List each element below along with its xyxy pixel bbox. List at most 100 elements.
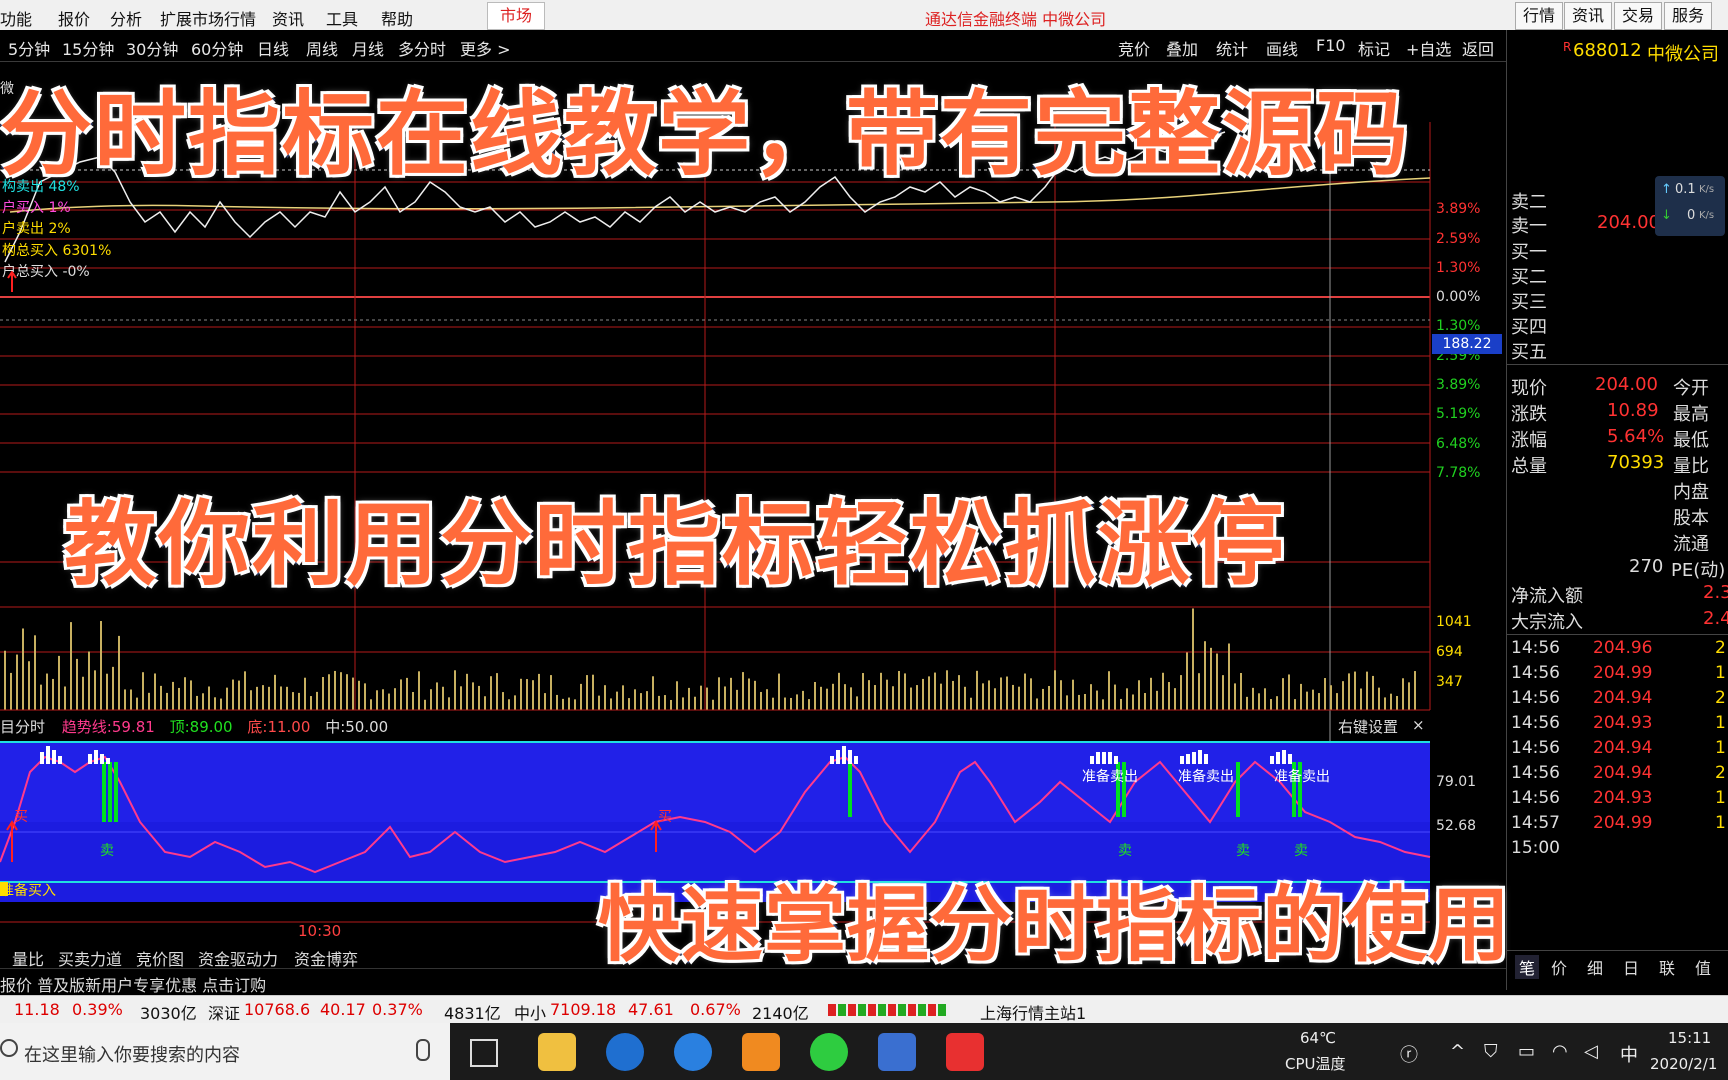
volume-bar <box>646 691 648 710</box>
period-30min[interactable]: 30分钟 <box>126 36 178 60</box>
volume-bar <box>64 686 66 710</box>
browser-icon[interactable] <box>606 1033 644 1071</box>
wechat-icon[interactable] <box>810 1033 848 1071</box>
period-more[interactable]: 更多 > <box>460 36 511 60</box>
menu-extended-market[interactable]: 扩展市场行情 <box>160 6 256 30</box>
tab-price[interactable]: 价 <box>1551 955 1567 979</box>
tab-tick-by-tick[interactable]: 笔 <box>1515 955 1540 979</box>
volume-bar <box>316 691 318 710</box>
menu-analysis[interactable]: 分析 <box>110 6 142 30</box>
buy4-label: 买四 <box>1511 317 1547 338</box>
volume-bar <box>868 680 870 710</box>
tick-price: 204.99 <box>1593 663 1653 683</box>
cpu-temp: 64℃ <box>1300 1029 1336 1047</box>
tool-draw[interactable]: 画线 <box>1266 36 1298 60</box>
promo-bar[interactable]: 报价 普及版新用户专享优惠 点击订购 <box>0 972 266 996</box>
period-monthly[interactable]: 月线 <box>352 36 384 60</box>
menu-tools[interactable]: 工具 <box>326 6 358 30</box>
file-explorer-icon[interactable] <box>538 1033 576 1071</box>
volume-bar <box>1240 672 1242 710</box>
tab-capital-game[interactable]: 资金博弈 <box>294 946 358 970</box>
tick-row: 14:56 204.94 1 <box>1507 738 1728 763</box>
period-toolbar: 5分钟 15分钟 30分钟 60分钟 日线 周线 月线 多分时 更多 > 竞价 … <box>0 30 1506 62</box>
indicator-close-icon[interactable]: × <box>1412 716 1425 734</box>
tab-linked[interactable]: 联 <box>1659 955 1675 979</box>
bottom-value: 11.00 <box>267 718 311 736</box>
tab-capital-drive[interactable]: 资金驱动力 <box>198 946 278 970</box>
volume-bar <box>958 675 960 710</box>
period-daily[interactable]: 日线 <box>257 36 289 60</box>
tab-buy-sell-force[interactable]: 买卖力道 <box>58 946 122 970</box>
mid-label: 中: <box>325 718 346 736</box>
top-news-button[interactable]: 资讯 <box>1564 2 1612 30</box>
volume-bar <box>856 696 858 710</box>
mid-value: 50.00 <box>345 718 389 736</box>
tool-stats[interactable]: 统计 <box>1216 36 1248 60</box>
volume-bar <box>226 687 228 710</box>
tool-auction[interactable]: 竞价 <box>1118 36 1150 60</box>
shield-icon[interactable]: ⛉ <box>1484 1041 1498 1062</box>
speed-2: 0 <box>1687 208 1696 223</box>
app-icon[interactable] <box>742 1033 780 1071</box>
up-arrow-icon: ↑ <box>1661 182 1672 197</box>
menu-news[interactable]: 资讯 <box>272 6 304 30</box>
pct-tick: 5.19% <box>1436 406 1481 422</box>
flag-badge: R <box>1563 40 1572 54</box>
clock-date[interactable]: 2020/2/1 <box>1650 1055 1717 1073</box>
volume-bar <box>1354 671 1356 710</box>
top-trade-button[interactable]: 交易 <box>1614 2 1662 30</box>
volume-bar <box>634 689 636 710</box>
battery-icon[interactable]: ▭ <box>1518 1041 1535 1062</box>
volume-bar <box>1222 675 1224 710</box>
volume-bar <box>454 670 456 710</box>
menu-quote[interactable]: 报价 <box>58 6 90 30</box>
microphone-icon[interactable] <box>416 1039 430 1061</box>
tool-add-watchlist[interactable]: +自选 <box>1406 36 1451 60</box>
clock-time[interactable]: 15:11 <box>1668 1029 1711 1047</box>
tab-detail[interactable]: 细 <box>1587 955 1603 979</box>
market-tab[interactable]: 市场 <box>487 2 545 30</box>
menu-help[interactable]: 帮助 <box>381 6 413 30</box>
taskbar-search[interactable]: 在这里输入你要搜索的内容 <box>0 1023 450 1080</box>
tab-volume-ratio[interactable]: 量比 <box>12 946 44 970</box>
top-service-button[interactable]: 服务 <box>1664 2 1712 30</box>
people-icon[interactable]: ⓡ <box>1400 1041 1418 1067</box>
wifi-icon[interactable]: ◠ <box>1552 1041 1568 1062</box>
volume-icon[interactable]: ◁ <box>1584 1041 1598 1062</box>
tool-overlay[interactable]: 叠加 <box>1166 36 1198 60</box>
volume-bar <box>340 672 342 710</box>
top-quote-button[interactable]: 行情 <box>1515 2 1563 30</box>
tool-mark[interactable]: 标记 <box>1358 36 1390 60</box>
tab-daily[interactable]: 日 <box>1623 955 1639 979</box>
period-15min[interactable]: 15分钟 <box>62 36 114 60</box>
sell-signal-label-2: 卖 <box>1118 843 1132 859</box>
period-multi[interactable]: 多分时 <box>398 36 446 60</box>
menubar: 功能 报价 分析 扩展市场行情 资讯 工具 帮助 市场 通达信金融终端 中微公司… <box>0 0 1728 31</box>
period-5min[interactable]: 5分钟 <box>8 36 50 60</box>
tab-auction-chart[interactable]: 竞价图 <box>136 946 184 970</box>
quote-label-pct: 涨幅 <box>1511 430 1547 451</box>
menu-function[interactable]: 功能 <box>0 6 32 30</box>
volume-bar <box>1192 608 1194 710</box>
tick-time: 15:00 <box>1511 838 1560 858</box>
volume-bar <box>460 686 462 710</box>
tool-back[interactable]: 返回 <box>1462 36 1494 60</box>
app2-icon[interactable] <box>878 1033 916 1071</box>
ime-indicator[interactable]: 中 <box>1620 1041 1638 1067</box>
ie-icon[interactable] <box>674 1033 712 1071</box>
volume-bar <box>1132 694 1134 710</box>
market-breadth-icon <box>828 1004 948 1016</box>
task-view-icon[interactable] <box>470 1039 498 1067</box>
tick-volume: 2 <box>1715 638 1726 658</box>
indicator-settings[interactable]: 右键设置 <box>1338 716 1398 737</box>
server-name[interactable]: 上海行情主站1 <box>980 1000 1086 1024</box>
tool-f10[interactable]: F10 <box>1316 36 1346 55</box>
period-60min[interactable]: 60分钟 <box>191 36 243 60</box>
volume-bar <box>1318 693 1320 710</box>
period-weekly[interactable]: 周线 <box>306 36 338 60</box>
volume-bar <box>1390 693 1392 710</box>
tab-value[interactable]: 值 <box>1695 955 1711 979</box>
chevron-up-icon[interactable]: ^ <box>1450 1041 1465 1062</box>
volume-bar <box>1246 696 1248 710</box>
tdx-app-icon[interactable] <box>946 1033 984 1071</box>
